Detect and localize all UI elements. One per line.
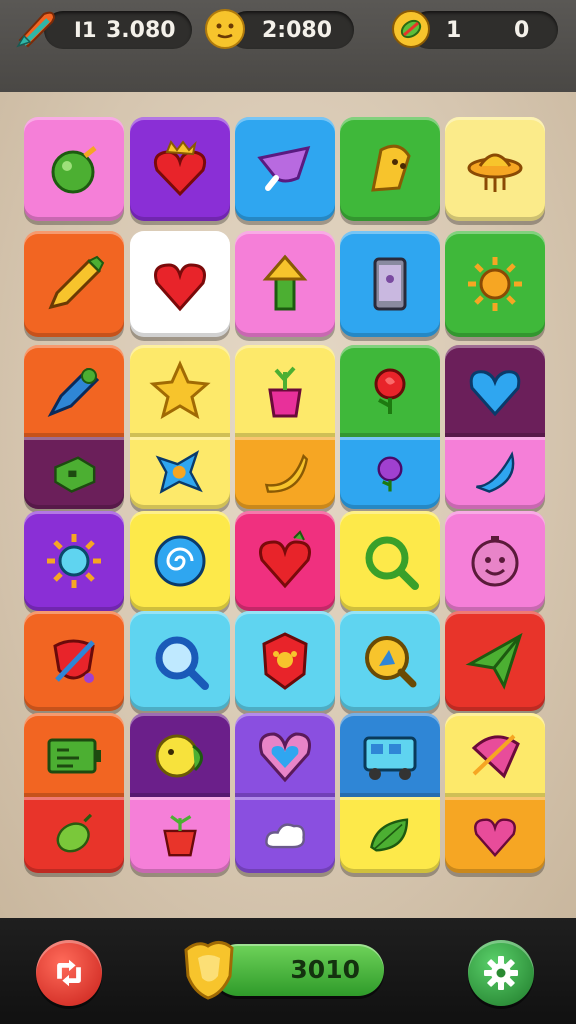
pencil-icon xyxy=(48,255,105,310)
rocket-icon xyxy=(14,6,60,52)
board-tile[interactable] xyxy=(445,437,545,509)
gems-value-left: 1 xyxy=(446,18,462,43)
blue-leaf-icon xyxy=(476,451,515,493)
board-tile[interactable] xyxy=(235,611,335,711)
board-tile[interactable] xyxy=(235,231,335,337)
shield-sword-icon xyxy=(53,639,95,683)
heart-frame-icon xyxy=(259,732,311,783)
blue-star-icon xyxy=(155,450,203,494)
board-tile[interactable] xyxy=(130,345,230,437)
board-tile[interactable] xyxy=(24,345,124,437)
board-tile[interactable] xyxy=(130,797,230,873)
green-fruit-icon xyxy=(56,813,93,853)
green-bomb-icon xyxy=(51,146,97,194)
purple-rose-icon xyxy=(377,456,403,492)
pink-cone-icon xyxy=(471,734,520,779)
board-tile[interactable] xyxy=(340,511,440,611)
board-tile[interactable] xyxy=(235,511,335,611)
board-tile[interactable] xyxy=(340,345,440,437)
red-heart-icon xyxy=(154,263,206,312)
board-tile[interactable] xyxy=(24,511,124,611)
green-arrow-up-icon xyxy=(262,254,308,311)
board-tile[interactable] xyxy=(340,713,440,797)
compass-icon xyxy=(365,636,417,688)
gear-icon xyxy=(484,956,518,990)
phone-icon xyxy=(373,257,407,311)
paper-plane-icon xyxy=(465,632,523,690)
refresh-icon xyxy=(57,959,81,987)
face-ball-icon xyxy=(471,536,519,587)
board-tile[interactable] xyxy=(445,797,545,873)
badge-icon xyxy=(262,632,308,690)
ufo-icon xyxy=(467,153,523,192)
rose-icon xyxy=(374,368,406,414)
blue-sun-icon xyxy=(47,534,101,588)
board-tile[interactable] xyxy=(130,117,230,221)
board-tile[interactable] xyxy=(445,713,545,797)
board-tile[interactable] xyxy=(235,797,335,873)
gold-shield-icon xyxy=(178,936,240,1002)
board-tile[interactable] xyxy=(24,611,124,711)
green-leaf-icon xyxy=(370,818,409,852)
board-tile[interactable] xyxy=(130,611,230,711)
pink-heart-icon xyxy=(474,818,516,857)
board-tile[interactable] xyxy=(235,437,335,509)
gem-icon xyxy=(390,8,432,50)
purple-fish-icon xyxy=(257,145,311,191)
blue-heart-icon xyxy=(469,370,521,417)
red-pot-icon xyxy=(163,815,197,857)
board-tile[interactable] xyxy=(340,231,440,337)
board-tile[interactable] xyxy=(24,117,124,221)
smiley-coin-icon xyxy=(204,8,246,50)
gems-value-right: 0 xyxy=(514,18,530,43)
chick-icon xyxy=(155,734,203,778)
board-tile[interactable] xyxy=(24,797,124,873)
white-cloud-icon xyxy=(265,823,305,849)
board-tile[interactable] xyxy=(130,437,230,509)
bus-icon xyxy=(363,736,417,780)
star-icon xyxy=(149,360,211,420)
green-box-icon xyxy=(54,456,96,493)
yellow-ghost-icon xyxy=(371,144,411,192)
board-tile[interactable] xyxy=(340,117,440,221)
board-tile[interactable] xyxy=(24,713,124,797)
board-tile[interactable] xyxy=(130,231,230,337)
board-tile[interactable] xyxy=(235,713,335,797)
board-tile[interactable] xyxy=(445,117,545,221)
game-board xyxy=(24,115,554,875)
board-tile[interactable] xyxy=(445,345,545,437)
sun-icon xyxy=(468,257,522,311)
board-tile[interactable] xyxy=(130,713,230,797)
board-tile[interactable] xyxy=(235,345,335,437)
crowned-heart-icon xyxy=(153,139,207,197)
potted-plant-icon xyxy=(268,366,302,418)
heart-strawberry-icon xyxy=(259,530,311,589)
settings-button[interactable] xyxy=(468,940,534,1006)
magnifier-icon xyxy=(365,536,419,590)
refresh-button[interactable] xyxy=(36,940,102,1006)
lives-value: 3.080 xyxy=(106,18,176,43)
battery-icon xyxy=(47,738,101,774)
board-tile[interactable] xyxy=(235,117,335,221)
board-tile[interactable] xyxy=(24,231,124,337)
board-tile[interactable] xyxy=(445,611,545,711)
blue-magnifier-icon xyxy=(155,636,209,690)
coins-value: 2:080 xyxy=(262,18,333,43)
lives-prefix: I1 xyxy=(74,18,97,42)
board-tile[interactable] xyxy=(24,437,124,509)
board-tile[interactable] xyxy=(340,611,440,711)
rocket-pen-icon xyxy=(47,367,100,417)
board-tile[interactable] xyxy=(445,231,545,337)
top-hud: I1 3.080 2:080 1 0 xyxy=(0,0,576,92)
board-tile[interactable] xyxy=(340,437,440,509)
spiral-icon xyxy=(154,535,206,587)
gems-counter[interactable]: 1 0 xyxy=(410,11,558,49)
coins-counter[interactable]: 2:080 xyxy=(228,11,354,49)
board-tile[interactable] xyxy=(445,511,545,611)
banana-icon xyxy=(264,453,309,493)
board-tile[interactable] xyxy=(340,797,440,873)
board-tile[interactable] xyxy=(130,511,230,611)
lives-counter[interactable]: I1 3.080 xyxy=(44,11,192,49)
score-value: 3010 xyxy=(290,955,360,984)
